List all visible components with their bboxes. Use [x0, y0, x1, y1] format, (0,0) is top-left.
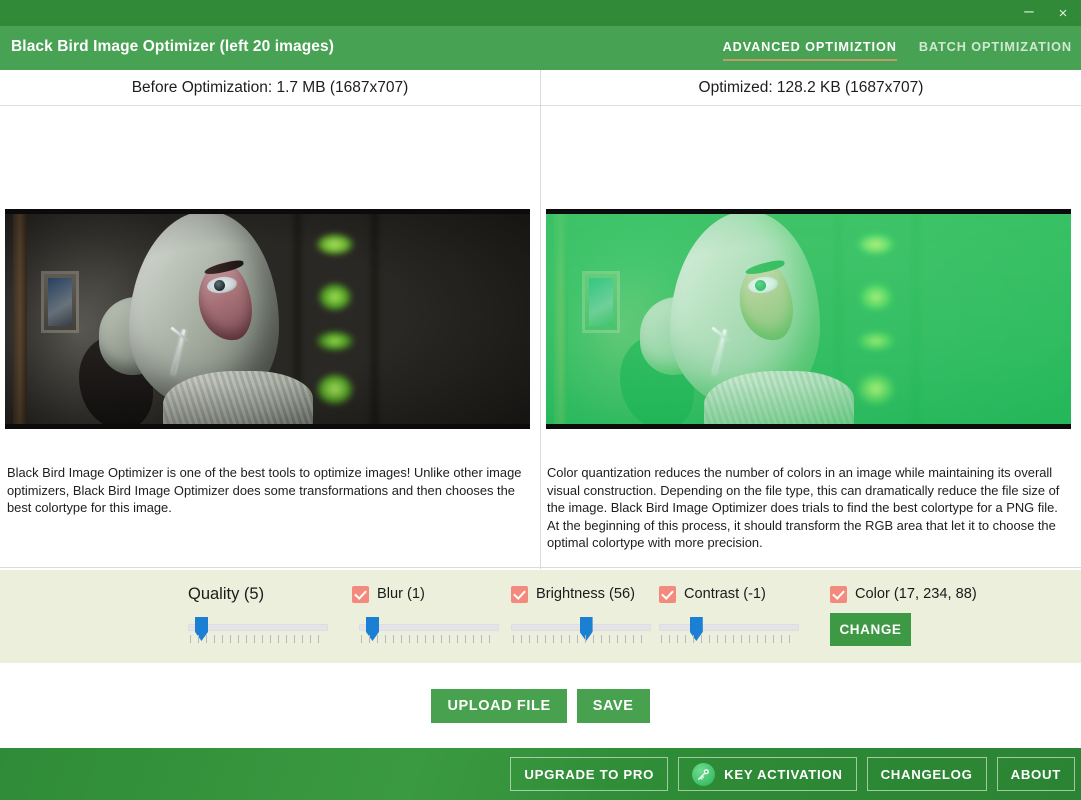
adjustment-controls: Quality (5) Blur (1) Brightness (56) Con…	[0, 570, 1081, 663]
photo-quantized	[546, 209, 1071, 429]
panel-optimized-header: Optimized: 128.2 KB (1687x707)	[541, 70, 1081, 106]
preview-panels: Before Optimization: 1.7 MB (1687x707) B…	[0, 70, 1081, 569]
quality-slider[interactable]	[188, 616, 328, 646]
changelog-label: CHANGELOG	[880, 766, 973, 782]
panel-before: Before Optimization: 1.7 MB (1687x707) B…	[0, 70, 540, 569]
before-size-label: Before Optimization: 1.7 MB (1687x707)	[131, 78, 409, 96]
photo-letterbox-top	[5, 209, 530, 214]
optimized-preview[interactable]	[546, 209, 1071, 429]
control-quality: Quality (5)	[188, 584, 328, 646]
slider-ticks	[661, 635, 797, 643]
close-icon[interactable]: ×	[1053, 6, 1073, 21]
photo-letterbox-top	[546, 209, 1071, 214]
panel-optimized: Optimized: 128.2 KB (1687x707) Color qua…	[540, 70, 1081, 569]
panel-optimized-body: Color quantization reduces the number of…	[541, 106, 1081, 568]
slider-ticks	[361, 635, 497, 643]
contrast-checkbox[interactable]	[659, 585, 676, 603]
slider-track	[188, 624, 328, 631]
blur-checkbox[interactable]	[352, 585, 369, 603]
photo-letterbox-bottom	[546, 424, 1071, 429]
quality-label: Quality (5)	[188, 584, 265, 603]
control-blur: Blur (1)	[352, 584, 499, 646]
panel-divider	[541, 567, 1081, 568]
green-quantization-overlay-2	[546, 209, 1071, 429]
blur-label: Blur (1)	[377, 586, 425, 602]
slider-track	[659, 624, 799, 631]
bottom-bar: UPGRADE TO PRO KEY ACTIVATION CHANGELOG …	[0, 748, 1081, 800]
upgrade-to-pro-label: UPGRADE TO PRO	[524, 766, 655, 782]
contrast-slider[interactable]	[659, 616, 799, 646]
photo-original	[5, 209, 530, 429]
app-window: – × Black Bird Image Optimizer (left 20 …	[0, 0, 1081, 800]
upgrade-to-pro-button[interactable]: UPGRADE TO PRO	[510, 757, 669, 791]
window-controls: – ×	[1019, 0, 1073, 26]
change-color-button[interactable]: CHANGE	[830, 613, 911, 646]
control-contrast: Contrast (-1)	[659, 584, 799, 646]
color-checkbox[interactable]	[830, 585, 847, 603]
optimized-description: Color quantization reduces the number of…	[547, 465, 1060, 550]
before-description: Black Bird Image Optimizer is one of the…	[7, 465, 522, 515]
slider-track	[359, 624, 499, 631]
minimize-icon[interactable]: –	[1019, 2, 1039, 19]
tab-bar: ADVANCED OPTIMIZTION BATCH OPTIMIZATION	[722, 40, 1072, 61]
photo-letterbox-bottom	[5, 424, 530, 429]
optimized-size-label: Optimized: 128.2 KB (1687x707)	[698, 78, 924, 96]
panel-before-body: Black Bird Image Optimizer is one of the…	[0, 106, 540, 568]
panel-divider	[0, 567, 540, 568]
control-color: Color (17, 234, 88) CHANGE	[830, 584, 977, 646]
about-label: ABOUT	[1010, 766, 1061, 782]
slider-ticks	[190, 635, 326, 643]
slider-ticks	[513, 635, 649, 643]
tab-advanced-optimization[interactable]: ADVANCED OPTIMIZTION	[722, 40, 897, 61]
brightness-slider[interactable]	[511, 616, 651, 646]
bottom-bar-buttons: UPGRADE TO PRO KEY ACTIVATION CHANGELOG …	[510, 757, 1075, 791]
photo-vignette	[5, 209, 530, 429]
before-optimization-preview[interactable]	[5, 209, 530, 429]
save-button[interactable]: SAVE	[576, 688, 650, 723]
key-activation-button[interactable]: KEY ACTIVATION	[678, 757, 857, 791]
color-label: Color (17, 234, 88)	[855, 586, 977, 602]
brightness-label: Brightness (56)	[536, 586, 635, 602]
about-button[interactable]: ABOUT	[996, 757, 1075, 791]
panel-before-header: Before Optimization: 1.7 MB (1687x707)	[0, 70, 540, 106]
app-header: Black Bird Image Optimizer (left 20 imag…	[0, 26, 1081, 70]
changelog-button[interactable]: CHANGELOG	[866, 757, 987, 791]
key-activation-label: KEY ACTIVATION	[724, 766, 843, 782]
brightness-checkbox[interactable]	[511, 585, 528, 603]
action-buttons: UPLOAD FILE SAVE	[0, 663, 1081, 748]
tab-batch-optimization[interactable]: BATCH OPTIMIZATION	[919, 40, 1072, 59]
window-titlebar: – ×	[0, 0, 1081, 26]
blur-slider[interactable]	[359, 616, 499, 646]
upload-file-button[interactable]: UPLOAD FILE	[431, 688, 567, 723]
control-brightness: Brightness (56)	[511, 584, 651, 646]
contrast-label: Contrast (-1)	[684, 586, 766, 602]
page-title: Black Bird Image Optimizer (left 20 imag…	[11, 38, 335, 55]
key-icon	[692, 762, 716, 786]
